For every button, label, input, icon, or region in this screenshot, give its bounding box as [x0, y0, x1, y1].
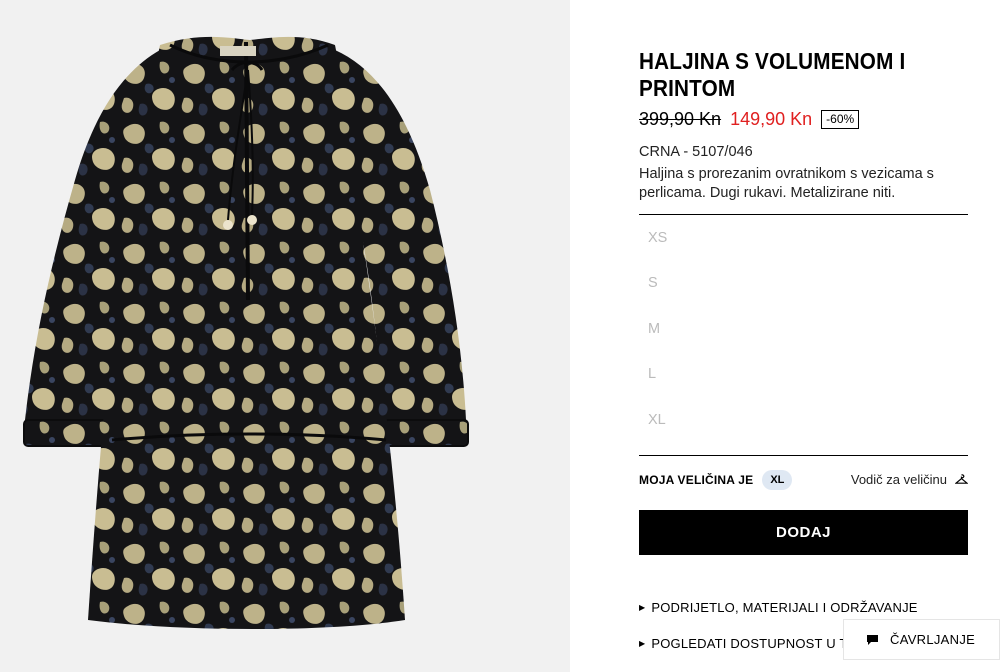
size-guide-label: Vodič za veličinu [850, 472, 947, 488]
my-size: MOJA VELIČINA JE XL [639, 469, 793, 490]
size-option-l[interactable]: L [639, 360, 968, 405]
hanger-icon [955, 474, 968, 485]
discount-badge: -60% [821, 109, 860, 129]
materials-link[interactable]: ▶ PODRIJETLO, MATERIJALI I ODRŽAVANJE [639, 599, 968, 617]
price-row: 399,90 Kn 149,90 Kn -60% [639, 107, 968, 131]
product-image[interactable] [0, 0, 570, 672]
my-size-label: MOJA VELIČINA JE [639, 472, 754, 487]
size-guide-link[interactable]: Vodič za veličinu [851, 472, 968, 487]
product-info: HALJINA S VOLUMENOM I PRINTOM 399,90 Kn … [639, 48, 968, 653]
my-size-row: MOJA VELIČINA JE XL Vodič za veličinu [639, 468, 968, 492]
my-size-badge[interactable]: XL [762, 469, 793, 490]
sale-price: 149,90 Kn [730, 108, 813, 129]
caret-right-icon: ▶ [639, 639, 646, 649]
old-price: 399,90 Kn [639, 108, 722, 129]
size-option-s[interactable]: S [639, 269, 968, 314]
chat-bubble-icon [867, 634, 878, 645]
materials-link-label: PODRIJETLO, MATERIJALI I ODRŽAVANJE [651, 600, 918, 616]
size-option-m[interactable]: M [639, 315, 968, 360]
caret-right-icon: ▶ [639, 603, 646, 613]
product-title: HALJINA S VOLUMENOM I PRINTOM [639, 48, 906, 101]
product-description: Haljina s prorezanim ovratnikom s vezica… [639, 166, 934, 201]
color-reference: CRNA - 5107/046 [639, 144, 753, 160]
add-to-cart-button[interactable]: DODAJ [639, 509, 968, 555]
chat-button[interactable]: ČAVRLJANJE [843, 619, 1000, 660]
size-option-xl[interactable]: XL [639, 406, 968, 451]
dress-illustration [23, 36, 469, 629]
size-option-xs[interactable]: XS [639, 224, 968, 269]
size-list: XS S M L XL [639, 214, 968, 456]
chat-label: ČAVRLJANJE [890, 632, 976, 647]
